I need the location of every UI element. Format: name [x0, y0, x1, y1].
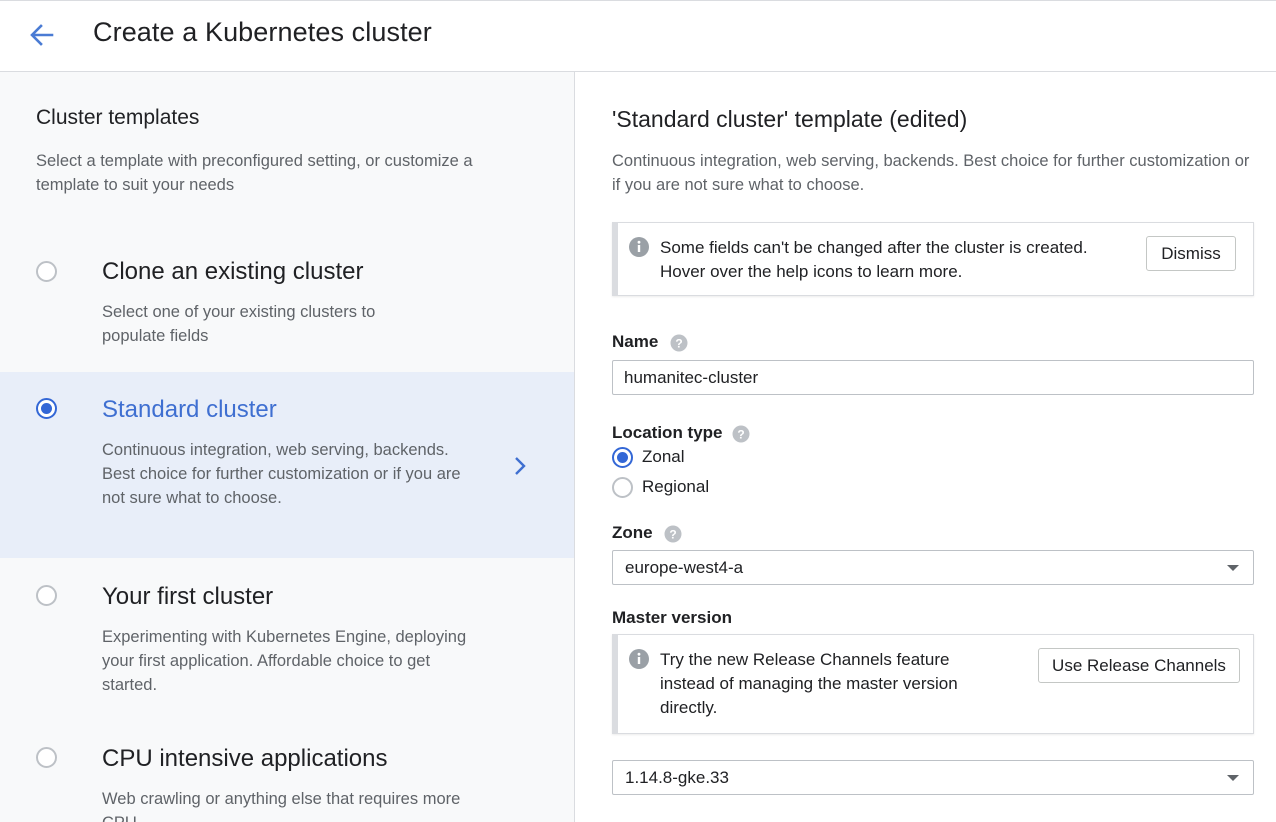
- template-cpu-intensive[interactable]: CPU intensive applications Web crawling …: [0, 720, 574, 822]
- form-description: Continuous integration, web serving, bac…: [612, 152, 1250, 194]
- master-version-select[interactable]: 1.14.8-gke.33: [612, 760, 1254, 795]
- notice-line-2: Hover over the help icons to learn more.: [660, 262, 963, 281]
- template-description: Experimenting with Kubernetes Engine, de…: [102, 628, 467, 694]
- template-radio[interactable]: [36, 398, 57, 419]
- name-input[interactable]: [612, 360, 1254, 395]
- help-icon[interactable]: ?: [670, 334, 688, 352]
- help-icon[interactable]: ?: [732, 425, 750, 443]
- template-standard-cluster[interactable]: Standard cluster Continuous integration,…: [0, 372, 574, 558]
- arrow-back-icon: [30, 24, 54, 46]
- dropdown-arrow-icon: [1227, 775, 1239, 781]
- template-radio[interactable]: [36, 261, 57, 282]
- templates-title: Cluster templates: [36, 106, 200, 129]
- template-name: CPU intensive applications: [102, 745, 388, 772]
- release-channels-notice: Try the new Release Channels feature ins…: [612, 634, 1254, 734]
- templates-description: Select a template with preconfigured set…: [36, 152, 473, 194]
- form-title: 'Standard cluster' template (edited): [612, 106, 968, 132]
- radio-button[interactable]: [612, 477, 633, 498]
- template-description: Select one of your existing clusters to …: [102, 303, 376, 345]
- template-first-cluster[interactable]: Your first cluster Experimenting with Ku…: [0, 558, 574, 720]
- info-icon: [629, 649, 649, 669]
- dropdown-arrow-icon: [1227, 565, 1239, 571]
- page-header: Create a Kubernetes cluster: [0, 0, 1276, 72]
- page-title: Create a Kubernetes cluster: [93, 17, 432, 47]
- release-notice-line-2: instead of managing the master version: [660, 674, 958, 693]
- template-clone-existing[interactable]: Clone an existing cluster Select one of …: [0, 232, 574, 372]
- cluster-form-panel: 'Standard cluster' template (edited) Con…: [576, 72, 1276, 822]
- radio-label: Zonal: [642, 447, 685, 466]
- zone-select[interactable]: europe-west4-a: [612, 550, 1254, 585]
- fields-notice: Some fields can't be changed after the c…: [612, 222, 1254, 296]
- master-version-value: 1.14.8-gke.33: [625, 768, 729, 787]
- svg-text:?: ?: [669, 528, 676, 542]
- location-regional-option[interactable]: Regional: [612, 475, 752, 499]
- template-description: Web crawling or anything else that requi…: [102, 790, 461, 822]
- release-notice-line-3: directly.: [660, 698, 718, 717]
- template-radio[interactable]: [36, 747, 57, 768]
- svg-text:?: ?: [737, 428, 744, 442]
- release-notice-line-1: Try the new Release Channels feature: [660, 650, 950, 669]
- template-name: Clone an existing cluster: [102, 258, 364, 285]
- name-label: Name: [612, 332, 659, 351]
- back-button[interactable]: [26, 19, 58, 51]
- template-radio[interactable]: [36, 585, 57, 606]
- location-type-label: Location type: [612, 423, 723, 442]
- cluster-templates-panel: Cluster templates Select a template with…: [0, 72, 575, 822]
- dismiss-button[interactable]: Dismiss: [1146, 236, 1236, 271]
- svg-text:?: ?: [675, 337, 682, 351]
- info-icon: [629, 237, 649, 257]
- zone-label: Zone: [612, 523, 653, 542]
- radio-label: Regional: [642, 477, 710, 496]
- master-version-label: Master version: [612, 608, 732, 627]
- chevron-right-icon: [515, 457, 526, 475]
- template-description: Continuous integration, web serving, bac…: [102, 441, 461, 507]
- location-zonal-option[interactable]: Zonal: [612, 445, 732, 469]
- zone-value: europe-west4-a: [625, 558, 744, 577]
- template-name: Your first cluster: [102, 583, 274, 610]
- use-release-channels-button[interactable]: Use Release Channels: [1038, 648, 1240, 683]
- notice-line-1: Some fields can't be changed after the c…: [660, 238, 1088, 257]
- radio-button[interactable]: [612, 447, 633, 468]
- help-icon[interactable]: ?: [664, 525, 682, 543]
- template-name: Standard cluster: [102, 396, 277, 423]
